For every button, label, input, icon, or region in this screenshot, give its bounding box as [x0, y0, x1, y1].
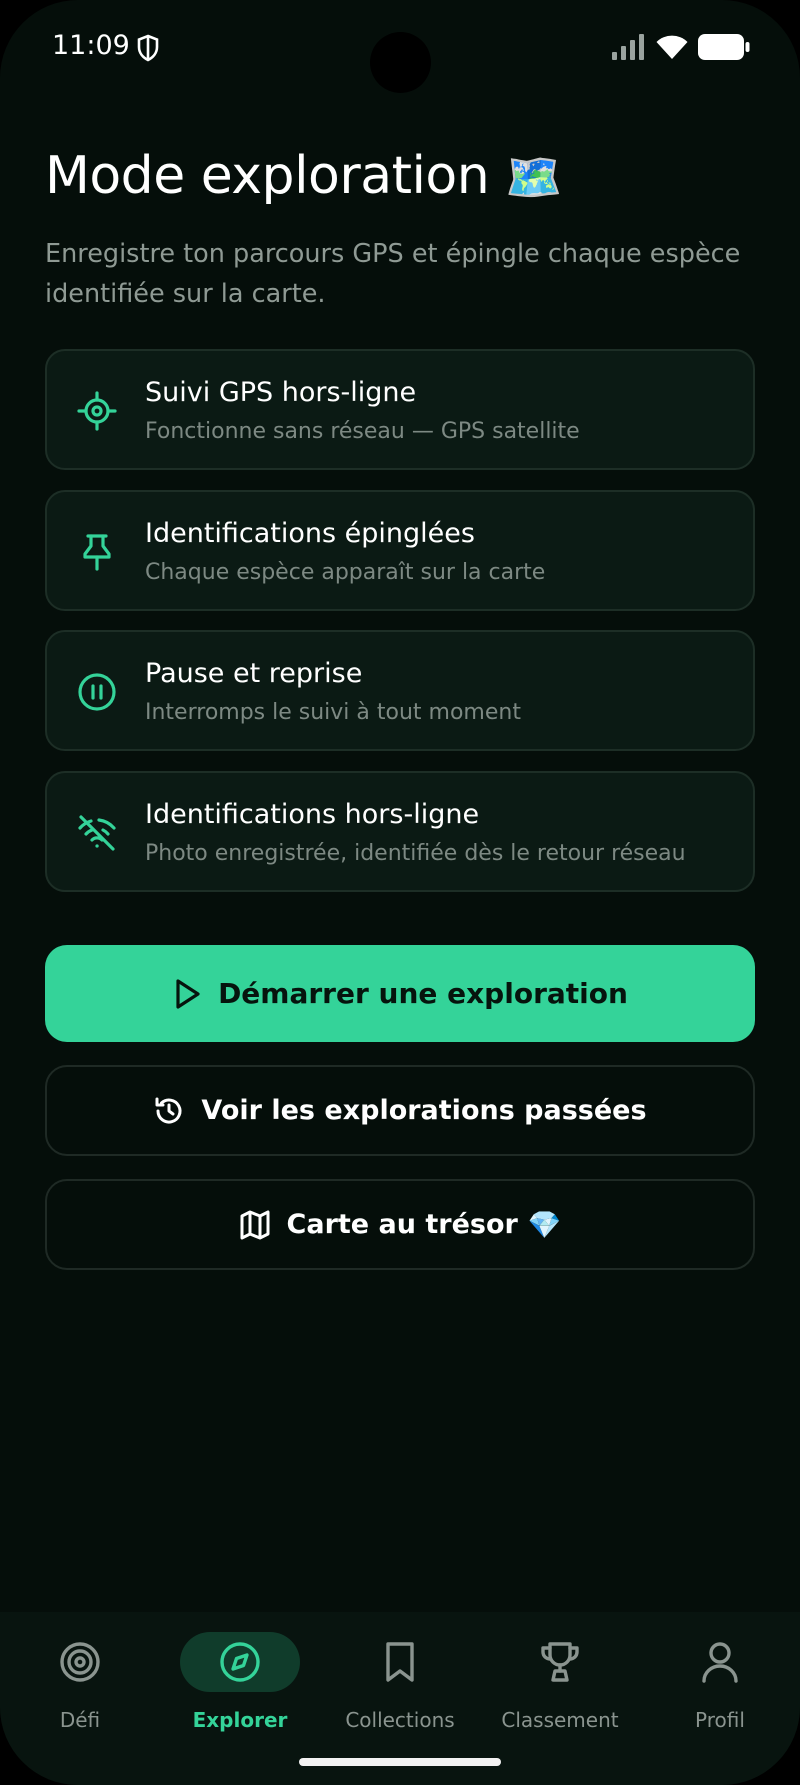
signal-icon	[612, 34, 644, 60]
user-icon	[702, 1642, 738, 1683]
target-icon	[60, 1642, 100, 1682]
history-icon	[155, 1097, 182, 1124]
shield-icon	[137, 34, 159, 62]
pause-icon	[78, 673, 116, 711]
wifi-icon	[656, 35, 688, 59]
feature-card-pause: Pause et reprise Interromps le suivi à t…	[45, 630, 755, 751]
past-explorations-label: Voir les explorations passées	[201, 1095, 647, 1126]
gem-emoji-icon: 💎	[527, 1209, 562, 1241]
battery-icon	[698, 34, 750, 60]
feature-title: Identifications épinglées	[145, 518, 475, 549]
status-time: 11:09	[52, 30, 130, 61]
feature-card-gps: Suivi GPS hors-ligne Fonctionne sans rés…	[45, 349, 755, 470]
nav-item-classement[interactable]: Classement	[485, 1612, 635, 1732]
page-title: Mode exploration 🗺️	[45, 146, 562, 206]
home-indicator[interactable]	[299, 1758, 501, 1766]
nav-label: Explorer	[192, 1708, 288, 1732]
feature-title: Suivi GPS hors-ligne	[145, 377, 417, 408]
front-camera	[370, 32, 431, 93]
nav-label: Collections	[345, 1708, 455, 1732]
trophy-icon	[541, 1642, 579, 1682]
start-exploration-label: Démarrer une exploration	[218, 977, 628, 1010]
nav-icon-wrap	[20, 1632, 140, 1692]
nav-label: Profil	[695, 1708, 745, 1732]
nav-item-defi[interactable]: Défi	[5, 1612, 155, 1732]
start-exploration-button[interactable]: Démarrer une exploration	[45, 945, 755, 1042]
status-icons	[612, 34, 750, 60]
nav-item-profil[interactable]: Profil	[645, 1612, 795, 1732]
treasure-map-button[interactable]: Carte au trésor 💎	[45, 1179, 755, 1270]
nav-item-collections[interactable]: Collections	[325, 1612, 475, 1732]
feature-subtitle: Photo enregistrée, identifiée dès le ret…	[145, 841, 686, 866]
app-screen: 11:09 Mode exploration 🗺️ Enregistre ton…	[0, 0, 800, 1785]
feature-title: Identifications hors-ligne	[145, 799, 480, 830]
nav-icon-wrap	[660, 1632, 780, 1692]
page-subtitle: Enregistre ton parcours GPS et épingle c…	[45, 239, 741, 309]
feature-card-offline: Identifications hors-ligne Photo enregis…	[45, 771, 755, 892]
treasure-map-label: Carte au trésor	[286, 1209, 518, 1240]
wifi-off-icon	[78, 815, 116, 851]
nav-item-explorer[interactable]: Explorer	[165, 1612, 315, 1732]
play-icon	[176, 978, 200, 1009]
feature-card-pins: Identifications épinglées Chaque espèce …	[45, 490, 755, 611]
feature-subtitle: Fonctionne sans réseau — GPS satellite	[145, 419, 580, 444]
map-emoji-icon: 🗺️	[505, 150, 562, 204]
nav-icon-wrap	[180, 1632, 300, 1692]
feature-subtitle: Interromps le suivi à tout moment	[145, 700, 521, 725]
map-icon	[240, 1210, 270, 1239]
feature-subtitle: Chaque espèce apparaît sur la carte	[145, 560, 546, 585]
past-explorations-button[interactable]: Voir les explorations passées	[45, 1065, 755, 1156]
nav-icon-wrap	[340, 1632, 460, 1692]
pin-icon	[83, 534, 111, 571]
nav-label: Défi	[59, 1708, 101, 1732]
nav-label: Classement	[501, 1708, 619, 1732]
feature-title: Pause et reprise	[145, 658, 363, 689]
target-icon	[77, 391, 117, 431]
nav-icon-wrap	[500, 1632, 620, 1692]
bookmark-icon	[386, 1642, 414, 1682]
page-title-text: Mode exploration	[45, 146, 490, 206]
compass-icon	[220, 1642, 260, 1682]
